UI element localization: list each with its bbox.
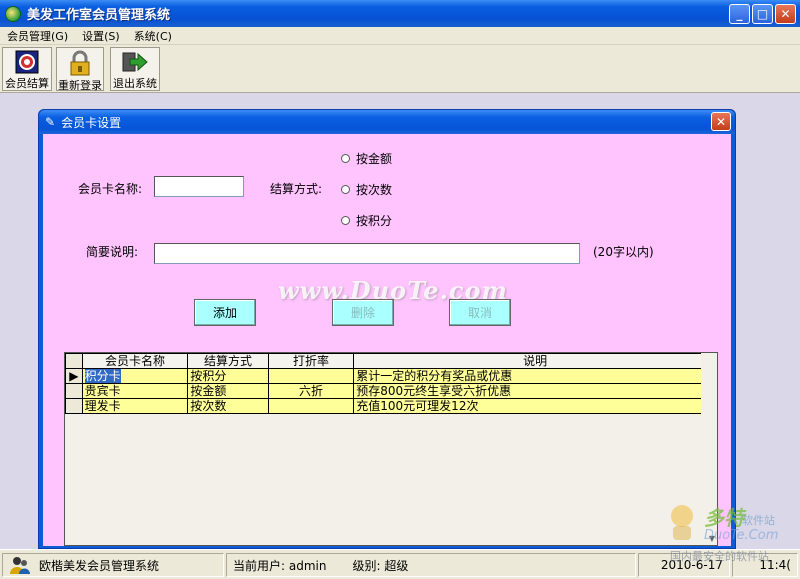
- description-input[interactable]: [154, 243, 580, 264]
- logo-slogan-text: 国内最安全的软件站: [670, 550, 769, 563]
- logo-main-text: 多特: [704, 506, 744, 530]
- exit-system-label: 退出系统: [113, 77, 157, 90]
- cell-method[interactable]: 按金额: [187, 383, 269, 399]
- cell-card-name-text: 积分卡: [84, 368, 121, 383]
- menu-settings[interactable]: 设置(S): [75, 28, 127, 44]
- window-titlebar[interactable]: 美发工作室会员管理系统 _ □ ✕: [0, 0, 800, 27]
- radio-dot: [341, 185, 350, 194]
- cell-card-name[interactable]: 积分卡: [81, 368, 189, 384]
- member-checkout-label: 会员结算: [5, 77, 49, 90]
- logo-sub-text: 软件站: [742, 514, 775, 527]
- grid-table: 会员卡名称 结算方式 打折率 说明 ▶ 积分卡 按积分 累计一定的积分有奖品或优…: [65, 353, 717, 414]
- card-name-label: 会员卡名称:: [78, 182, 143, 196]
- table-row[interactable]: 理发卡 按次数 充值100元可理发12次: [65, 398, 717, 414]
- cell-discount[interactable]: [267, 368, 355, 384]
- toolbar: 会员结算 重新登录 退出系统: [0, 45, 800, 93]
- cell-method[interactable]: 按积分: [187, 368, 269, 384]
- window-controls: _ □ ✕: [729, 4, 796, 24]
- close-button[interactable]: ✕: [775, 4, 796, 24]
- header-settlement-method[interactable]: 结算方式: [187, 353, 269, 369]
- header-description[interactable]: 说明: [353, 353, 717, 369]
- users-icon: [10, 557, 30, 574]
- header-card-name[interactable]: 会员卡名称: [81, 353, 189, 369]
- row-indicator-header: [65, 353, 83, 369]
- description-label: 简要说明:: [86, 245, 139, 259]
- mascot-icon: [671, 505, 693, 540]
- radio-by-points-label: 按积分: [356, 214, 393, 228]
- status-user-level: 级别: 超级: [352, 558, 409, 573]
- cell-discount[interactable]: [267, 398, 355, 414]
- radio-dot: [341, 216, 350, 225]
- radio-by-count-label: 按次数: [356, 183, 393, 197]
- table-row[interactable]: ▶ 积分卡 按积分 累计一定的积分有奖品或优惠: [65, 368, 717, 384]
- row-indicator: [65, 398, 83, 414]
- radio-by-amount-label: 按金额: [356, 152, 393, 166]
- maximize-icon: □: [756, 7, 769, 21]
- delete-button[interactable]: 删除: [332, 299, 394, 326]
- radio-by-count[interactable]: 按次数: [341, 181, 392, 198]
- cancel-button[interactable]: 取消: [449, 299, 511, 326]
- cell-card-name[interactable]: 理发卡: [81, 398, 189, 414]
- member-card-grid[interactable]: 会员卡名称 结算方式 打折率 说明 ▶ 积分卡 按积分 累计一定的积分有奖品或优…: [64, 352, 718, 546]
- cell-description[interactable]: 累计一定的积分有奖品或优惠: [353, 368, 717, 384]
- menu-bar: 会员管理(G) 设置(S) 系统(C): [0, 27, 800, 45]
- description-hint: (20字以内): [593, 245, 654, 259]
- grid-header-row: 会员卡名称 结算方式 打折率 说明: [65, 353, 717, 369]
- status-user-panel: 当前用户: admin 级别: 超级: [226, 553, 636, 577]
- menu-system[interactable]: 系统(C): [127, 28, 179, 44]
- window-title: 美发工作室会员管理系统: [27, 8, 171, 23]
- table-row[interactable]: 贵宾卡 按金额 六折 预存800元终生享受六折优惠: [65, 383, 717, 399]
- exit-system-button[interactable]: 退出系统: [110, 47, 160, 91]
- lock-icon: [67, 50, 93, 76]
- close-icon: ✕: [715, 114, 727, 129]
- close-icon: ✕: [780, 7, 791, 21]
- member-checkout-button[interactable]: 会员结算: [2, 47, 52, 91]
- header-discount[interactable]: 打折率: [267, 353, 355, 369]
- exit-arrow-icon: [122, 50, 148, 74]
- minimize-icon: _: [736, 7, 743, 21]
- corner-watermark-logo: 多特 软件站 DuoTe.Com 国内最安全的软件站: [664, 500, 798, 576]
- settlement-method-label: 结算方式:: [270, 182, 323, 196]
- radio-by-amount[interactable]: 按金额: [341, 150, 392, 167]
- cell-method[interactable]: 按次数: [187, 398, 269, 414]
- radio-by-points[interactable]: 按积分: [341, 212, 392, 229]
- cell-discount[interactable]: 六折: [267, 383, 355, 399]
- target-icon: [14, 50, 40, 74]
- app-icon: [5, 5, 21, 22]
- maximize-button[interactable]: □: [752, 4, 773, 24]
- add-button[interactable]: 添加: [194, 299, 256, 326]
- relogin-label: 重新登录: [58, 79, 102, 92]
- status-app-name: 欧楷美发会员管理系统: [39, 558, 160, 573]
- dialog-tool-icon: ✎: [45, 115, 56, 129]
- logo-domain-text: DuoTe.Com: [704, 528, 779, 543]
- status-current-user: 当前用户: admin: [233, 558, 327, 573]
- radio-dot: [341, 154, 350, 163]
- dialog-titlebar[interactable]: ✎ 会员卡设置 ✕: [39, 110, 735, 134]
- card-name-input[interactable]: [154, 176, 244, 197]
- current-row-indicator-icon: ▶: [65, 368, 83, 384]
- cell-description[interactable]: 预存800元终生享受六折优惠: [353, 383, 717, 399]
- cell-card-name[interactable]: 贵宾卡: [81, 383, 189, 399]
- dialog-title: 会员卡设置: [61, 115, 122, 130]
- minimize-button[interactable]: _: [729, 4, 750, 24]
- cell-description[interactable]: 充值100元可理发12次: [353, 398, 717, 414]
- relogin-button[interactable]: 重新登录: [56, 47, 104, 92]
- menu-member-management[interactable]: 会员管理(G): [0, 28, 75, 44]
- row-indicator: [65, 383, 83, 399]
- dialog-close-button[interactable]: ✕: [711, 112, 731, 131]
- status-app-panel: 欧楷美发会员管理系统: [2, 553, 224, 577]
